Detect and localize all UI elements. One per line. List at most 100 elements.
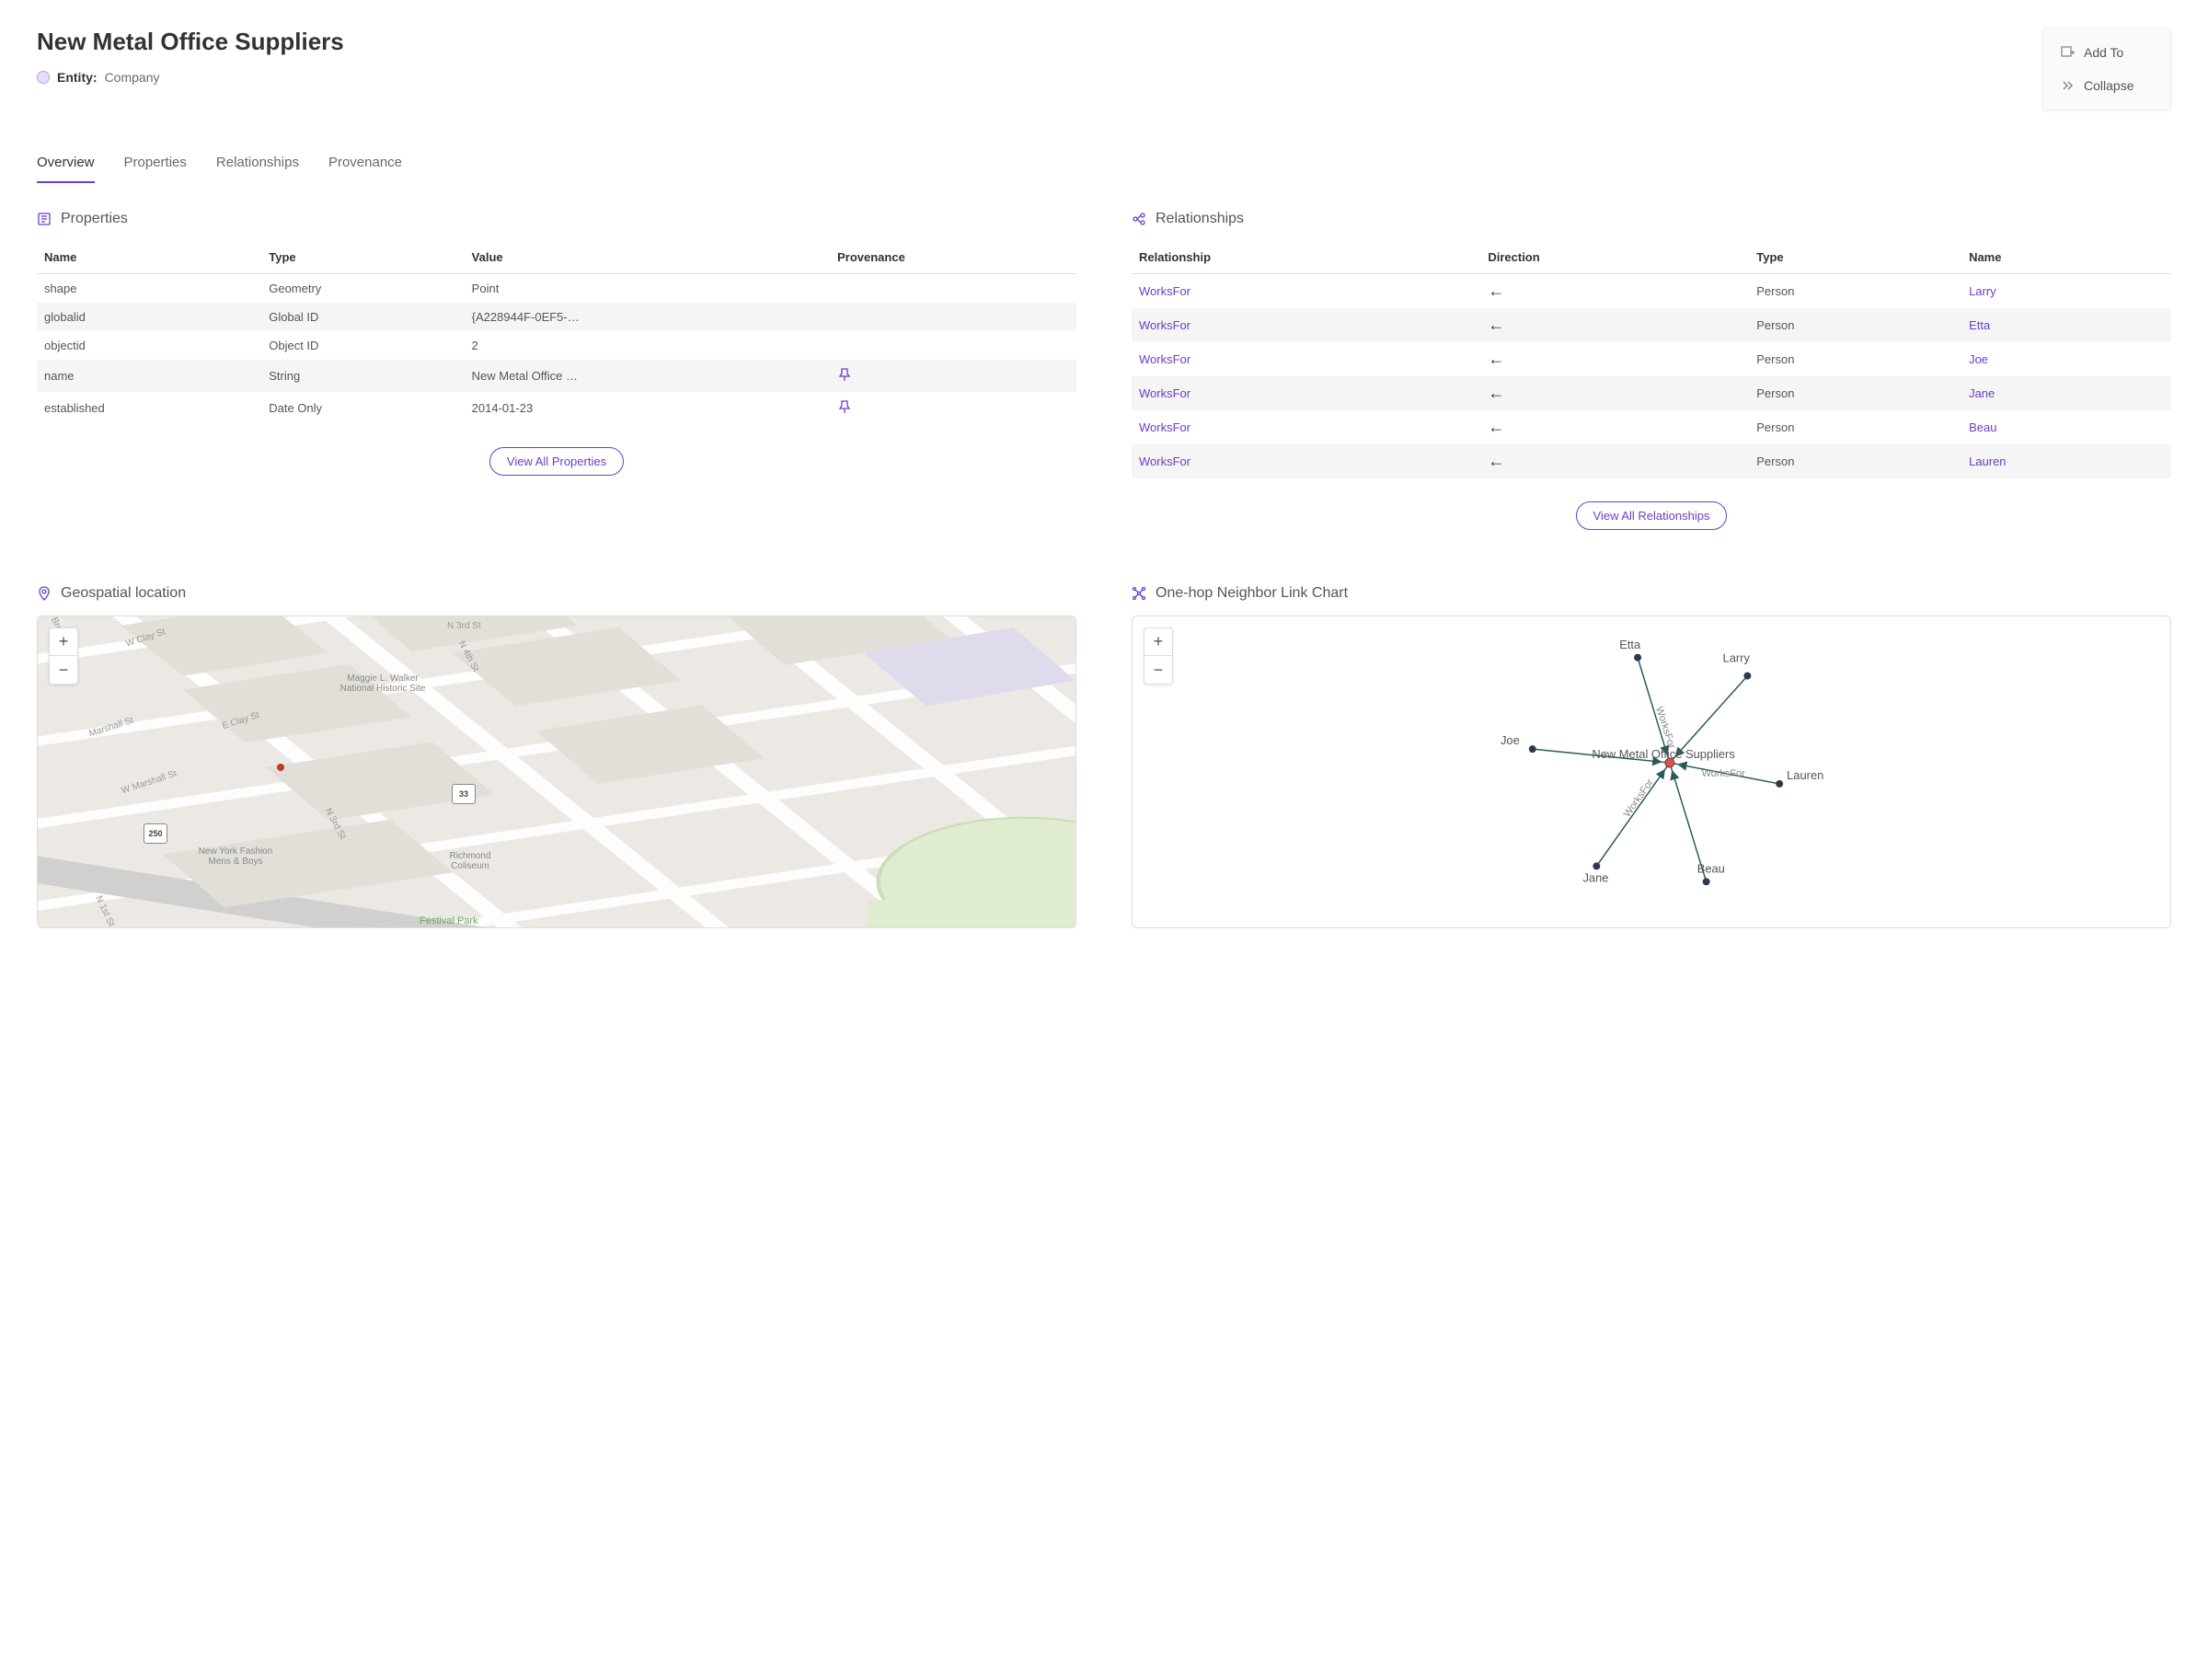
prop-col-provenance[interactable]: Provenance	[830, 241, 1076, 274]
link-chart-canvas[interactable]: WorksFor WorksFor WorksFor Etta Larry Jo…	[1133, 616, 2170, 927]
prop-value: {A228944F-0EF5-…	[465, 303, 830, 331]
prop-name: shape	[37, 274, 261, 304]
view-all-relationships-button[interactable]: View All Relationships	[1576, 501, 1728, 530]
properties-section: Properties Name Type Value Provenance sh…	[37, 211, 1076, 530]
chart-zoom-in-button[interactable]: +	[1144, 628, 1172, 656]
rel-name-link[interactable]: Joe	[1961, 342, 2171, 376]
add-to-icon	[2060, 45, 2075, 60]
rel-name-link[interactable]: Larry	[1961, 274, 2171, 309]
chart-node-jane[interactable]	[1593, 862, 1600, 869]
rel-direction: ←	[1480, 308, 1749, 342]
table-row[interactable]: WorksFor←PersonJane	[1132, 376, 2171, 410]
rel-direction: ←	[1480, 376, 1749, 410]
provenance-pin-icon[interactable]	[837, 371, 852, 385]
page-title: New Metal Office Suppliers	[37, 28, 2042, 56]
collapse-button[interactable]: Collapse	[2043, 69, 2170, 102]
tab-overview[interactable]: Overview	[37, 147, 95, 183]
rel-col-type[interactable]: Type	[1749, 241, 1961, 274]
add-to-label: Add To	[2084, 45, 2123, 60]
tab-properties[interactable]: Properties	[124, 147, 187, 183]
table-row[interactable]: globalidGlobal ID{A228944F-0EF5-…	[37, 303, 1076, 331]
chart-zoom-controls: + −	[1144, 627, 1173, 685]
map-entity-point[interactable]	[277, 764, 284, 771]
relationships-title: Relationships	[1156, 211, 1244, 227]
tab-relationships[interactable]: Relationships	[216, 147, 299, 183]
map-canvas[interactable]: W Clay St E Clay St W Marshall St Marsha…	[38, 616, 1075, 927]
chart-node-larry[interactable]	[1743, 673, 1751, 680]
prop-provenance-cell	[830, 274, 1076, 304]
table-row[interactable]: shapeGeometryPoint	[37, 274, 1076, 304]
table-row[interactable]: nameStringNew Metal Office …	[37, 360, 1076, 392]
properties-title: Properties	[61, 211, 128, 227]
chart-node-beau[interactable]	[1703, 878, 1710, 885]
relationships-section: Relationships Relationship Direction Typ…	[1132, 211, 2171, 530]
rel-direction: ←	[1480, 342, 1749, 376]
rel-type: Person	[1749, 308, 1961, 342]
rel-direction: ←	[1480, 444, 1749, 478]
prop-name: established	[37, 392, 261, 424]
rel-name-link[interactable]: Beau	[1961, 410, 2171, 444]
table-row[interactable]: objectidObject ID2	[37, 331, 1076, 360]
prop-type: Object ID	[261, 331, 464, 360]
prop-type: String	[261, 360, 464, 392]
table-row[interactable]: WorksFor←PersonLauren	[1132, 444, 2171, 478]
add-to-button[interactable]: Add To	[2043, 36, 2170, 69]
entity-type-icon	[37, 71, 50, 84]
rel-relationship-link[interactable]: WorksFor	[1132, 444, 1480, 478]
prop-name: globalid	[37, 303, 261, 331]
rel-relationship-link[interactable]: WorksFor	[1132, 410, 1480, 444]
table-row[interactable]: WorksFor←PersonLarry	[1132, 274, 2171, 309]
chart-node-joe[interactable]	[1529, 745, 1536, 753]
rel-type: Person	[1749, 410, 1961, 444]
prop-value: Point	[465, 274, 830, 304]
table-row[interactable]: WorksFor←PersonBeau	[1132, 410, 2171, 444]
arrow-left-icon: ←	[1488, 350, 1504, 368]
provenance-pin-icon[interactable]	[837, 403, 852, 417]
rel-col-relationship[interactable]: Relationship	[1132, 241, 1480, 274]
route-badge-250: 250	[144, 823, 167, 844]
map-zoom-out-button[interactable]: −	[50, 656, 77, 684]
view-all-properties-button[interactable]: View All Properties	[489, 447, 624, 476]
edge-label: WorksFor	[1653, 706, 1677, 751]
rel-col-name[interactable]: Name	[1961, 241, 2171, 274]
prop-col-name[interactable]: Name	[37, 241, 261, 274]
rel-col-direction[interactable]: Direction	[1480, 241, 1749, 274]
chart-zoom-out-button[interactable]: −	[1144, 656, 1172, 684]
rel-relationship-link[interactable]: WorksFor	[1132, 376, 1480, 410]
link-chart-panel[interactable]: + − WorksFor WorksFor WorksFor	[1132, 616, 2171, 928]
rel-name-link[interactable]: Jane	[1961, 376, 2171, 410]
relationships-icon	[1132, 212, 1146, 226]
prop-type: Date Only	[261, 392, 464, 424]
map-panel[interactable]: + −	[37, 616, 1076, 928]
collapse-label: Collapse	[2084, 78, 2133, 93]
properties-table: Name Type Value Provenance shapeGeometry…	[37, 241, 1076, 424]
rel-name-link[interactable]: Etta	[1961, 308, 2171, 342]
map-zoom-controls: + −	[49, 627, 78, 685]
table-row[interactable]: WorksFor←PersonEtta	[1132, 308, 2171, 342]
prop-value: New Metal Office …	[465, 360, 830, 392]
arrow-left-icon: ←	[1488, 384, 1504, 402]
geospatial-section: Geospatial location + −	[37, 585, 1076, 928]
chart-label-joe: Joe	[1501, 733, 1520, 747]
prop-provenance-cell	[830, 392, 1076, 424]
prop-col-value[interactable]: Value	[465, 241, 830, 274]
rel-name-link[interactable]: Lauren	[1961, 444, 2171, 478]
chart-node-etta[interactable]	[1634, 654, 1641, 662]
collapse-icon	[2060, 78, 2075, 93]
geospatial-title: Geospatial location	[61, 585, 186, 602]
map-zoom-in-button[interactable]: +	[50, 628, 77, 656]
prop-provenance-cell	[830, 331, 1076, 360]
prop-provenance-cell	[830, 360, 1076, 392]
chart-node-lauren[interactable]	[1776, 780, 1783, 788]
edge-label: WorksFor	[1622, 777, 1656, 820]
rel-relationship-link[interactable]: WorksFor	[1132, 308, 1480, 342]
tab-provenance[interactable]: Provenance	[328, 147, 402, 183]
prop-col-type[interactable]: Type	[261, 241, 464, 274]
rel-relationship-link[interactable]: WorksFor	[1132, 274, 1480, 309]
table-row[interactable]: WorksFor←PersonJoe	[1132, 342, 2171, 376]
chart-label-center: New Metal Office Suppliers	[1592, 747, 1734, 761]
table-row[interactable]: establishedDate Only2014-01-23	[37, 392, 1076, 424]
rel-relationship-link[interactable]: WorksFor	[1132, 342, 1480, 376]
arrow-left-icon: ←	[1488, 452, 1504, 470]
prop-value: 2014-01-23	[465, 392, 830, 424]
